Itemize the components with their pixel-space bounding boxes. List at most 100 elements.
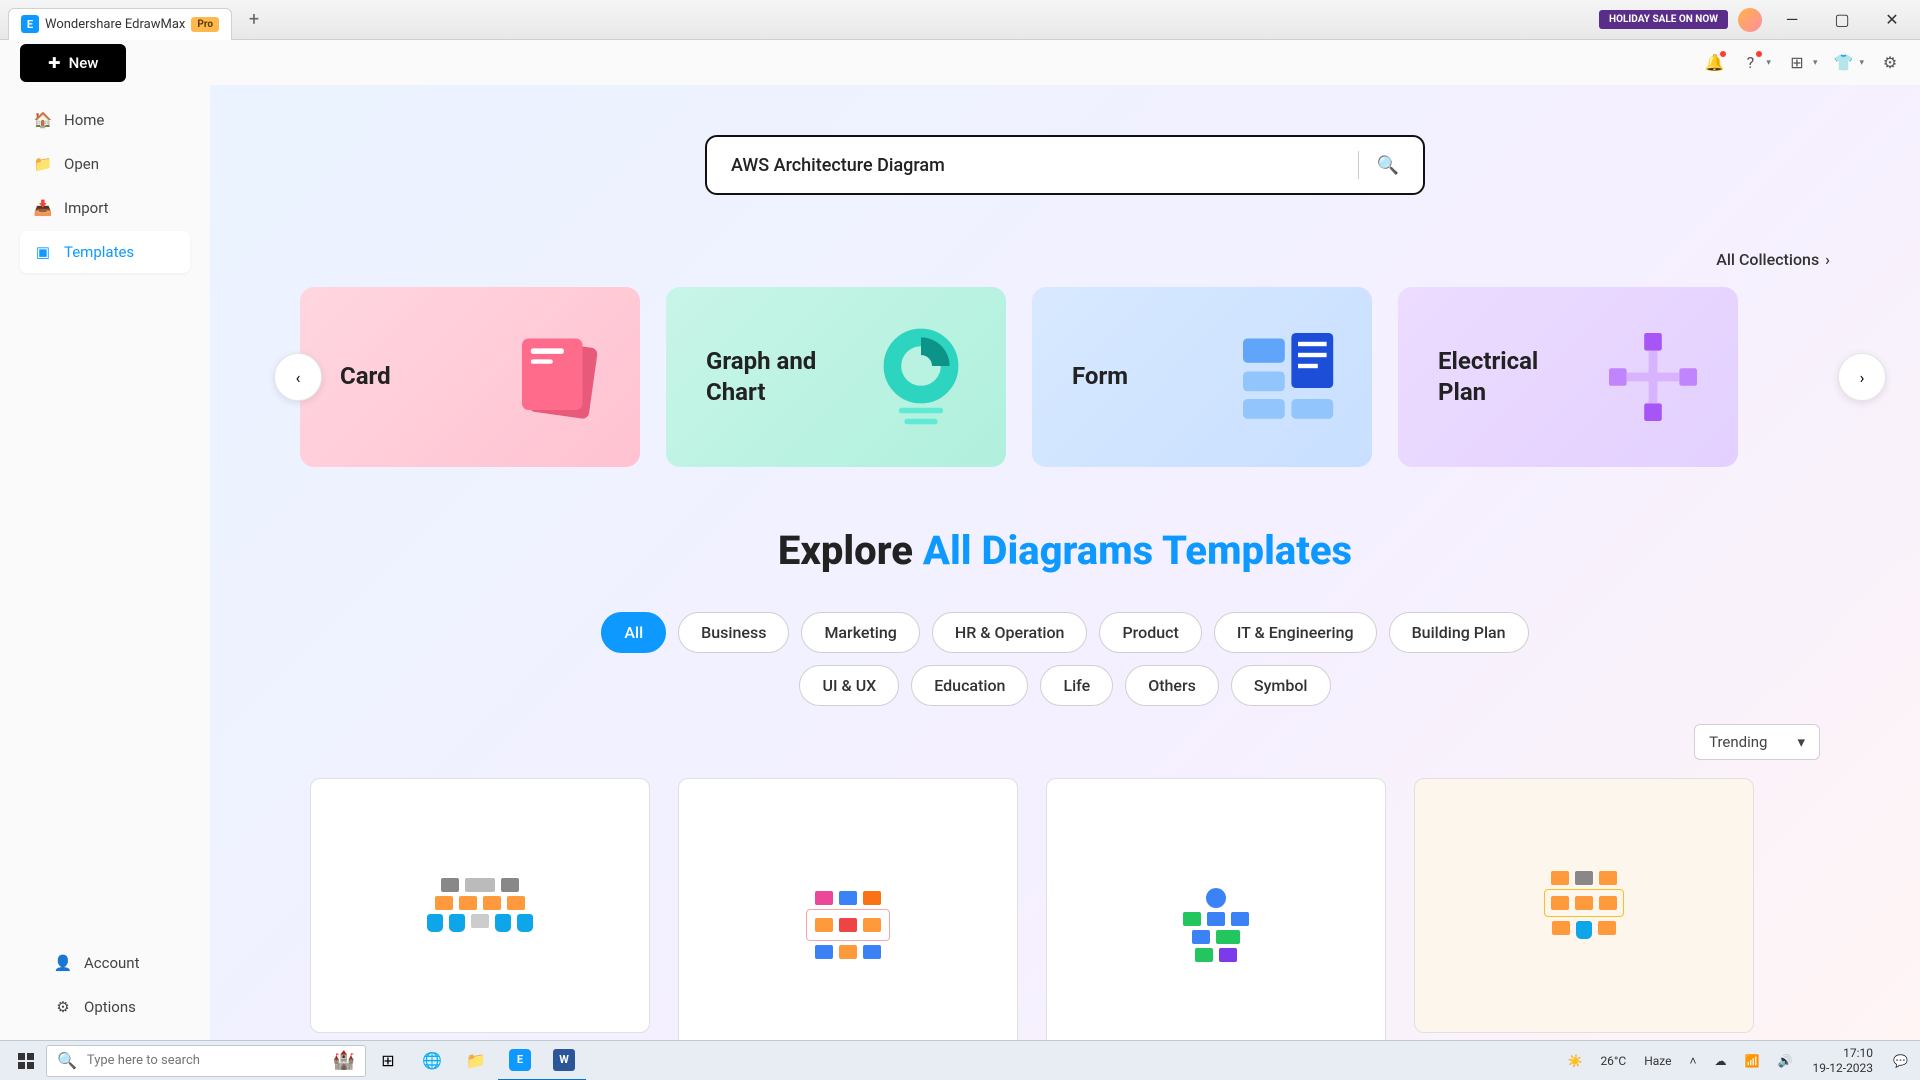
taskbar-edrawmax-icon[interactable]: E bbox=[498, 1041, 542, 1080]
chip-it-engineering[interactable]: IT & Engineering bbox=[1214, 612, 1377, 653]
app-title: Wondershare EdrawMax bbox=[45, 17, 185, 32]
all-collections-link[interactable]: All Collections › bbox=[1716, 250, 1830, 269]
chip-life[interactable]: Life bbox=[1040, 665, 1113, 706]
weather-temp[interactable]: 26°C bbox=[1594, 1054, 1632, 1068]
category-card-form[interactable]: Form bbox=[1032, 287, 1372, 467]
category-card-graph[interactable]: Graph and Chart bbox=[666, 287, 1006, 467]
chip-marketing[interactable]: Marketing bbox=[801, 612, 919, 653]
task-view-button[interactable]: ⊞ bbox=[366, 1041, 410, 1080]
app-tab[interactable]: E Wondershare EdrawMax Pro bbox=[8, 8, 232, 40]
user-avatar[interactable] bbox=[1738, 8, 1762, 32]
chevron-down-icon: ▾ bbox=[1859, 58, 1864, 68]
chip-business[interactable]: Business bbox=[678, 612, 789, 653]
tray-chevron-up-icon[interactable]: ˄ bbox=[1684, 1054, 1703, 1068]
clock-date: 19-12-2023 bbox=[1812, 1061, 1873, 1075]
taskbar-search-input[interactable] bbox=[87, 1053, 323, 1068]
template-card[interactable] bbox=[678, 778, 1018, 1040]
taskbar-edge-icon[interactable]: 🌐 bbox=[410, 1041, 454, 1080]
options-gear-icon: ⚙ bbox=[54, 998, 72, 1016]
all-collections-label: All Collections bbox=[1716, 250, 1819, 269]
sidebar-item-import[interactable]: 📥 Import bbox=[20, 187, 190, 229]
carousel-next-button[interactable]: › bbox=[1838, 353, 1886, 401]
sidebar-item-label: Options bbox=[84, 998, 136, 1016]
sidebar-item-label: Open bbox=[64, 155, 99, 173]
taskbar-word-icon[interactable]: W bbox=[542, 1041, 586, 1080]
chip-product[interactable]: Product bbox=[1099, 612, 1201, 653]
clock-time: 17:10 bbox=[1812, 1046, 1873, 1060]
new-tab-button[interactable]: + bbox=[240, 6, 268, 34]
explore-prefix: Explore bbox=[778, 527, 923, 574]
close-button[interactable]: ✕ bbox=[1872, 5, 1912, 35]
taskbar-clock[interactable]: 17:10 19-12-2023 bbox=[1804, 1046, 1881, 1075]
action-center-icon[interactable]: 💬 bbox=[1887, 1054, 1914, 1068]
template-card[interactable]: AWS Architecture Diagram 👁836 ♡17 ⬇245 C… bbox=[310, 778, 650, 1040]
start-button[interactable] bbox=[6, 1041, 46, 1080]
category-label: Electrical Plan bbox=[1438, 346, 1578, 408]
template-thumbnail bbox=[1046, 778, 1386, 1040]
chip-education[interactable]: Education bbox=[911, 665, 1028, 706]
carousel-prev-button[interactable]: ‹ bbox=[274, 353, 322, 401]
toolbar: ✚ New 🔔 ?▾ ⊞▾ 👕▾ ⚙ bbox=[0, 40, 1920, 85]
template-card[interactable]: AWS Architecture Diagram With AWS Cloud … bbox=[1414, 778, 1754, 1040]
category-label: Card bbox=[340, 361, 391, 392]
search-icon: 🔍 bbox=[57, 1051, 77, 1070]
taskbar-search[interactable]: 🔍 🏰 bbox=[46, 1045, 366, 1077]
chip-ui-ux[interactable]: UI & UX bbox=[799, 665, 899, 706]
category-card-electrical[interactable]: Electrical Plan bbox=[1398, 287, 1738, 467]
category-card-card[interactable]: Card bbox=[300, 287, 640, 467]
search-box: 🔍 bbox=[705, 135, 1425, 195]
main-content: 🔍 All Collections › ‹ Card Graph and Cha… bbox=[210, 85, 1920, 1040]
shirt-icon[interactable]: 👕 bbox=[1833, 53, 1853, 73]
new-button[interactable]: ✚ New bbox=[20, 44, 126, 82]
taskbar-explorer-icon[interactable]: 📁 bbox=[454, 1041, 498, 1080]
category-carousel: ‹ Card Graph and Chart Form Electrical P… bbox=[240, 287, 1890, 467]
app-logo-icon: E bbox=[21, 15, 39, 33]
category-label: Form bbox=[1072, 361, 1128, 392]
chip-building-plan[interactable]: Building Plan bbox=[1389, 612, 1529, 653]
chevron-down-icon: ▾ bbox=[1813, 58, 1818, 68]
account-icon: 👤 bbox=[54, 954, 72, 972]
wifi-icon[interactable]: 📶 bbox=[1739, 1054, 1766, 1068]
sidebar-item-options[interactable]: ⚙ Options bbox=[40, 986, 210, 1028]
sidebar-item-label: Account bbox=[84, 954, 140, 972]
chip-symbol[interactable]: Symbol bbox=[1231, 665, 1331, 706]
help-icon[interactable]: ? bbox=[1740, 53, 1760, 73]
template-thumbnail bbox=[310, 778, 650, 1033]
sidebar-item-home[interactable]: 🏠 Home bbox=[20, 99, 190, 141]
maximize-button[interactable]: ▢ bbox=[1822, 5, 1862, 35]
search-input[interactable] bbox=[731, 155, 1340, 176]
settings-gear-icon[interactable]: ⚙ bbox=[1880, 53, 1900, 73]
templates-icon: ▣ bbox=[34, 243, 52, 261]
sidebar-item-templates[interactable]: ▣ Templates bbox=[20, 231, 190, 273]
chip-others[interactable]: Others bbox=[1125, 665, 1219, 706]
chip-hr-operation[interactable]: HR & Operation bbox=[932, 612, 1088, 653]
holiday-sale-badge[interactable]: HOLIDAY SALE ON NOW bbox=[1599, 10, 1728, 29]
apps-grid-icon[interactable]: ⊞ bbox=[1787, 53, 1807, 73]
chip-all[interactable]: All bbox=[601, 612, 666, 653]
weather-condition: Haze bbox=[1638, 1054, 1677, 1068]
search-button[interactable]: 🔍 bbox=[1377, 155, 1399, 176]
explore-heading: Explore All Diagrams Templates bbox=[240, 527, 1890, 574]
explore-accent: All Diagrams Templates bbox=[923, 527, 1352, 574]
folder-icon: 📁 bbox=[34, 155, 52, 173]
sort-dropdown[interactable]: Trending ▾ bbox=[1694, 724, 1820, 760]
taskbar-search-art-icon: 🏰 bbox=[333, 1050, 355, 1071]
template-thumbnail bbox=[678, 778, 1018, 1040]
new-button-label: New bbox=[69, 54, 99, 72]
plus-icon: ✚ bbox=[48, 54, 61, 72]
notification-bell-icon[interactable]: 🔔 bbox=[1704, 53, 1724, 73]
sidebar-item-open[interactable]: 📁 Open bbox=[20, 143, 190, 185]
form-icon bbox=[1232, 322, 1342, 432]
onedrive-icon[interactable]: ☁ bbox=[1709, 1054, 1733, 1068]
weather-icon[interactable]: ☀️ bbox=[1561, 1054, 1588, 1068]
title-bar: E Wondershare EdrawMax Pro + HOLIDAY SAL… bbox=[0, 0, 1920, 40]
template-grid: AWS Architecture Diagram 👁836 ♡17 ⬇245 C… bbox=[240, 778, 1890, 1040]
sidebar-item-account[interactable]: 👤 Account bbox=[40, 942, 210, 984]
category-label: Graph and Chart bbox=[706, 346, 846, 408]
sidebar-item-label: Import bbox=[64, 199, 109, 217]
volume-icon[interactable]: 🔊 bbox=[1772, 1054, 1799, 1068]
template-card[interactable] bbox=[1046, 778, 1386, 1040]
search-icon: 🔍 bbox=[1377, 155, 1399, 176]
minimize-button[interactable]: — bbox=[1772, 5, 1812, 35]
windows-taskbar: 🔍 🏰 ⊞ 🌐 📁 E W ☀️ 26°C Haze ˄ ☁ 📶 🔊 17:10… bbox=[0, 1040, 1920, 1080]
